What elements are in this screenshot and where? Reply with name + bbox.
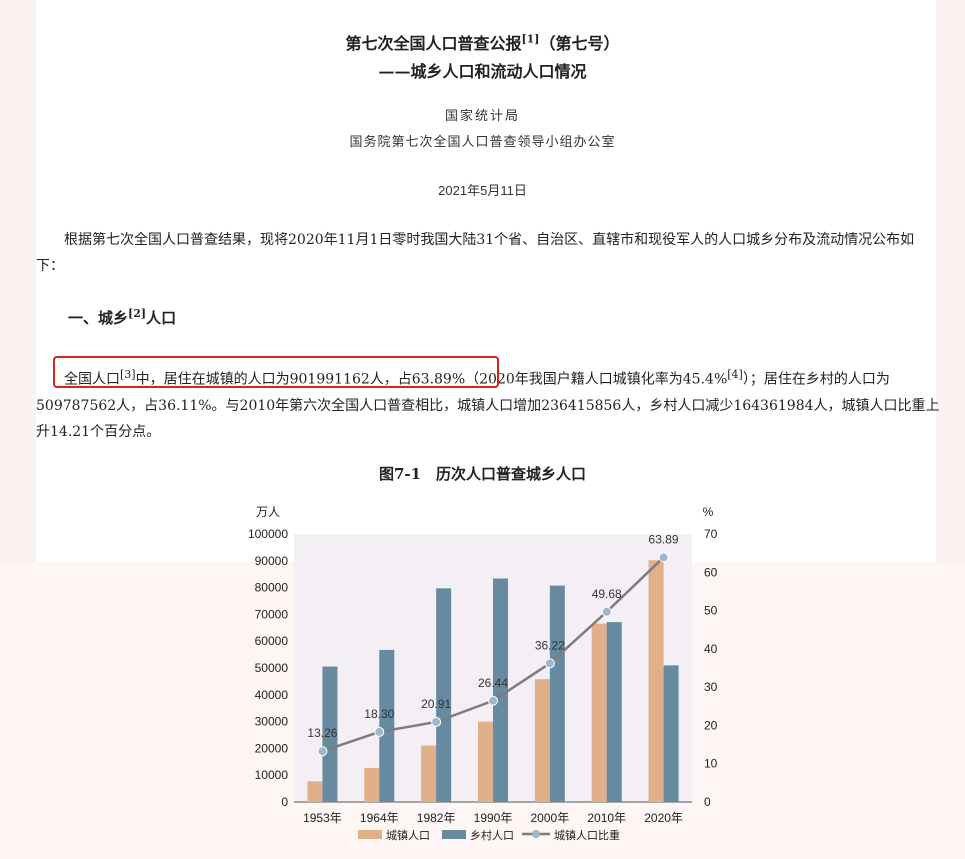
footnote-ref-1[interactable]: [1] <box>521 33 539 46</box>
y-left-tick-label: 40000 <box>255 688 289 702</box>
ratio-point <box>658 552 669 563</box>
bar-urban <box>307 781 323 802</box>
intro-paragraph: 根据第七次全国人口普查结果，现将2020年11月1日零时我国大陆31个省、自治区… <box>36 232 915 274</box>
y-right-tick-label: 40 <box>704 642 718 656</box>
legend-swatch-urban <box>358 830 382 839</box>
bar-urban <box>421 745 437 802</box>
bar-urban <box>591 623 607 802</box>
bar-rural <box>493 578 508 802</box>
ratio-data-label: 49.68 <box>592 587 622 601</box>
bar-urban <box>364 767 380 802</box>
issuer-nbs: 国家统计局 <box>444 109 520 124</box>
legend-swatch-rural <box>442 830 466 839</box>
footnote-ref-4[interactable]: [4] <box>727 368 743 381</box>
bar-rural <box>663 665 679 802</box>
y-left-tick-label: 30000 <box>255 715 289 729</box>
y-right-tick-label: 10 <box>704 757 718 771</box>
x-tick-label: 1990年 <box>474 811 513 825</box>
bar-rural <box>549 585 565 802</box>
legend-label-rural: 乡村人口 <box>470 828 514 842</box>
legend-label-ratio: 城镇人口比重 <box>554 828 620 842</box>
y-right-axis-label: % <box>703 505 714 519</box>
x-tick-label: 2010年 <box>587 811 626 825</box>
y-right-tick-label: 60 <box>704 565 718 579</box>
y-left-tick-label: 10000 <box>255 768 289 782</box>
y-left-tick-label: 20000 <box>255 741 289 755</box>
y-left-tick-label: 50000 <box>255 661 289 675</box>
footnote-ref-2[interactable]: [2] <box>128 307 146 320</box>
ratio-data-label: 20.91 <box>421 697 451 711</box>
ratio-point <box>601 606 612 617</box>
section-heading: 一、城乡[2]人口 <box>68 307 177 327</box>
ratio-point <box>317 746 328 757</box>
ratio-data-label: 26.44 <box>478 676 508 690</box>
bar-rural <box>436 588 452 802</box>
bar-urban <box>534 679 550 802</box>
bar-rural <box>606 622 622 802</box>
y-left-tick-label: 70000 <box>255 607 289 621</box>
y-left-tick-label: 100000 <box>248 527 288 541</box>
publish-date: 2021年5月11日 <box>438 183 527 198</box>
y-left-tick-label: 90000 <box>255 554 289 568</box>
highlight-box <box>53 356 499 388</box>
y-left-tick-label: 60000 <box>255 634 289 648</box>
ratio-data-label: 18.30 <box>364 707 394 721</box>
y-left-tick-label: 80000 <box>255 581 289 595</box>
ratio-point <box>544 658 555 669</box>
y-right-tick-label: 70 <box>704 527 718 541</box>
x-tick-label: 1953年 <box>303 811 342 825</box>
y-right-tick-label: 0 <box>704 795 711 809</box>
ratio-data-label: 36.22 <box>535 638 565 652</box>
bar-rural <box>379 649 395 802</box>
issuer-census-office: 国务院第七次全国人口普查领导小组办公室 <box>349 135 616 150</box>
y-left-axis-label: 万人 <box>256 505 280 519</box>
ratio-point <box>374 726 385 737</box>
x-tick-label: 1964年 <box>360 811 399 825</box>
legend-label-urban: 城镇人口 <box>386 828 430 842</box>
x-tick-label: 2020年 <box>644 811 683 825</box>
chart-title: 图7-1 历次人口普查城乡人口 <box>378 465 587 483</box>
bar-urban <box>648 560 664 802</box>
ratio-data-label: 13.26 <box>307 726 337 740</box>
x-tick-label: 2000年 <box>531 811 570 825</box>
x-tick-label: 1982年 <box>417 811 456 825</box>
page-title: 第七次全国人口普查公报[1]（第七号） <box>345 32 620 53</box>
bar-urban <box>478 721 493 802</box>
ratio-point <box>488 695 498 706</box>
legend-marker-ratio <box>532 830 540 838</box>
y-left-tick-label: 0 <box>281 795 288 809</box>
census-chart: 0 10000 20000 30000 40000 50000 60000 70000 8000… <box>248 505 718 842</box>
ratio-point <box>431 716 442 727</box>
ratio-data-label: 63.89 <box>649 532 679 546</box>
y-right-tick-label: 20 <box>704 718 718 732</box>
y-right-tick-label: 30 <box>704 680 718 694</box>
y-right-tick-label: 50 <box>704 604 718 618</box>
page-subtitle: ——城乡人口和流动人口情况 <box>378 62 587 81</box>
